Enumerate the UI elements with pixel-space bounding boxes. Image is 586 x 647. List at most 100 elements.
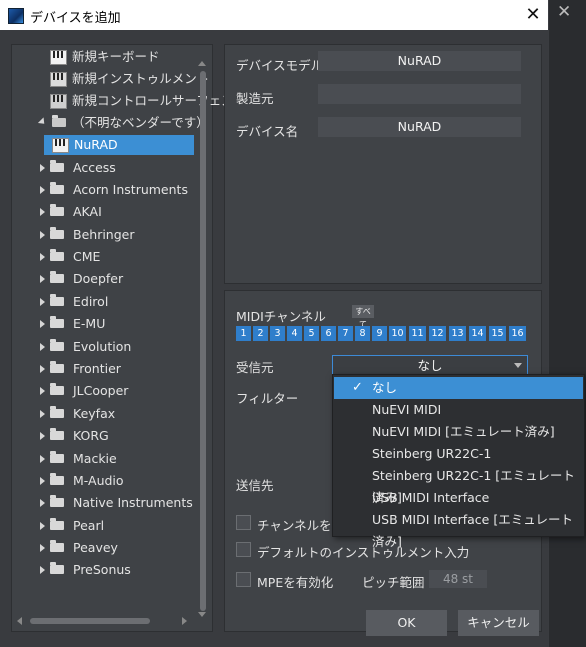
dropdown-item[interactable]: NuEVI MIDI [エミュレート済み] (334, 421, 583, 443)
tree-item-label: PreSonus (73, 562, 131, 577)
background-close-icon[interactable]: ✕ (557, 2, 571, 22)
channel-button-16[interactable]: 16 (509, 326, 526, 341)
channel-button-4[interactable]: 4 (287, 326, 302, 341)
send-to-label: 送信先 (236, 478, 274, 493)
control-surface-icon (50, 94, 67, 109)
folder-open-icon (52, 115, 66, 127)
tree-item-label: Access (73, 160, 116, 175)
folder-icon (50, 473, 64, 485)
collapsed-arrow-icon[interactable] (40, 208, 45, 216)
tree-item-label: E-MU (73, 316, 106, 331)
close-icon[interactable]: ✕ (520, 2, 546, 28)
folder-icon (50, 271, 64, 283)
channel-button-11[interactable]: 11 (409, 326, 426, 341)
split-channel-checkbox[interactable] (236, 515, 251, 530)
filter-label: フィルター (236, 391, 299, 406)
scroll-down-icon[interactable] (198, 612, 206, 617)
tree-item-label: 新規コントロールサーフェス (72, 93, 234, 108)
collapsed-arrow-icon[interactable] (40, 365, 45, 373)
tree-item-label: NuRAD (74, 137, 118, 152)
dropdown-item[interactable]: ✓ なし (334, 377, 583, 399)
channel-button-7[interactable]: 7 (338, 326, 353, 341)
mpe-checkbox[interactable] (236, 572, 251, 587)
tree-vertical-scrollbar[interactable] (198, 59, 208, 619)
collapsed-arrow-icon[interactable] (40, 432, 45, 440)
channel-button-5[interactable]: 5 (304, 326, 319, 341)
collapsed-arrow-icon[interactable] (40, 298, 45, 306)
collapsed-arrow-icon[interactable] (40, 186, 45, 194)
tree-item-label: Peavey (73, 540, 118, 555)
folder-icon (50, 227, 64, 239)
channel-button-9[interactable]: 9 (372, 326, 387, 341)
folder-icon (50, 316, 64, 328)
collapsed-arrow-icon[interactable] (40, 320, 45, 328)
channel-button-2[interactable]: 2 (253, 326, 268, 341)
channel-button-8[interactable]: 8 (355, 326, 370, 341)
device-model-field[interactable]: NuRAD (318, 51, 521, 71)
default-instrument-checkbox[interactable] (236, 542, 251, 557)
tree-horizontal-scrollbar[interactable] (14, 615, 196, 627)
keyboard-icon (52, 138, 69, 153)
channel-button-12[interactable]: 12 (429, 326, 446, 341)
collapsed-arrow-icon[interactable] (40, 164, 45, 172)
dropdown-item-label: NuEVI MIDI (372, 402, 442, 417)
dropdown-item[interactable]: USB MIDI Interface (334, 487, 583, 509)
channel-button-6[interactable]: 6 (321, 326, 336, 341)
collapsed-arrow-icon[interactable] (40, 499, 45, 507)
collapsed-arrow-icon[interactable] (40, 477, 45, 485)
collapsed-arrow-icon[interactable] (40, 343, 45, 351)
collapsed-arrow-icon[interactable] (40, 566, 45, 574)
tree-item-label: 新規キーボード (72, 49, 160, 64)
collapsed-arrow-icon[interactable] (40, 522, 45, 530)
tree-item-label: Doepfer (73, 271, 124, 286)
channel-button-3[interactable]: 3 (270, 326, 285, 341)
channel-button-10[interactable]: 10 (389, 326, 406, 341)
dropdown-item[interactable]: Steinberg UR22C-1 [エミュレート済み] (334, 465, 583, 505)
collapsed-arrow-icon[interactable] (40, 544, 45, 552)
dropdown-item-label: USB MIDI Interface [エミュレート済み] (372, 512, 573, 549)
folder-icon (50, 294, 64, 306)
folder-icon (50, 428, 64, 440)
scroll-thumb[interactable] (200, 71, 206, 611)
tree-item-label: KORG (73, 428, 109, 443)
receive-from-select[interactable]: なし (332, 355, 528, 376)
tree-item-nurad[interactable]: NuRAD (44, 135, 194, 155)
scroll-up-icon[interactable] (198, 61, 206, 66)
tree-item-label: AKAI (73, 204, 102, 219)
tree-item-label: Edirol (73, 294, 109, 309)
channel-button-15[interactable]: 15 (489, 326, 506, 341)
expanded-arrow-icon[interactable] (37, 117, 48, 127)
manufacturer-label: 製造元 (236, 91, 274, 106)
all-channels-button[interactable]: すべて (352, 305, 374, 329)
collapsed-arrow-icon[interactable] (40, 231, 45, 239)
channel-button-13[interactable]: 13 (449, 326, 466, 341)
scroll-right-icon[interactable] (182, 617, 187, 625)
folder-icon (50, 249, 64, 261)
dropdown-item[interactable]: USB MIDI Interface [エミュレート済み] (334, 509, 583, 549)
manufacturer-field[interactable] (318, 84, 521, 104)
tree-item-label: CME (73, 249, 101, 264)
device-name-field[interactable]: NuRAD (318, 117, 521, 137)
tree-item-label: Mackie (73, 451, 117, 466)
collapsed-arrow-icon[interactable] (40, 387, 45, 395)
collapsed-arrow-icon[interactable] (40, 275, 45, 283)
collapsed-arrow-icon[interactable] (40, 253, 45, 261)
scroll-left-icon[interactable] (17, 617, 22, 625)
tree-item-label: （不明なベンダーです） (72, 115, 209, 130)
dropdown-item[interactable]: NuEVI MIDI (334, 399, 583, 421)
dropdown-item[interactable]: Steinberg UR22C-1 (334, 443, 583, 465)
tree-item-label: Evolution (73, 339, 132, 354)
tree-item-label: Keyfax (73, 406, 116, 421)
channel-button-1[interactable]: 1 (236, 326, 251, 341)
channel-button-14[interactable]: 14 (469, 326, 486, 341)
cancel-button[interactable]: キャンセル (458, 610, 539, 636)
ok-button[interactable]: OK (366, 610, 447, 636)
folder-icon (50, 361, 64, 373)
collapsed-arrow-icon[interactable] (40, 410, 45, 418)
receive-from-label: 受信元 (236, 360, 274, 375)
collapsed-arrow-icon[interactable] (40, 455, 45, 463)
add-device-dialog: 新規キーボード 新規インストゥルメント 新規コントロールサーフェス （不明なベン… (0, 30, 548, 647)
tree-item-label: M-Audio (73, 473, 124, 488)
pitch-range-field[interactable]: 48 st (429, 570, 487, 588)
scroll-thumb[interactable] (30, 618, 150, 624)
